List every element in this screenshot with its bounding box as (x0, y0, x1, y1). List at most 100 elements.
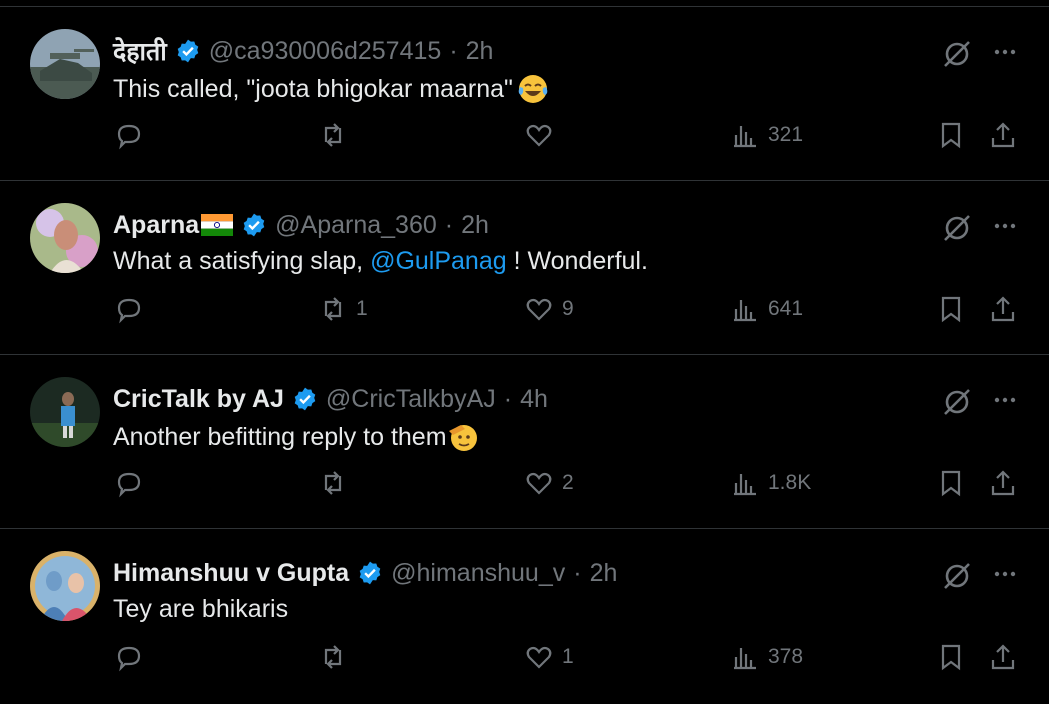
action-bar: 321 (0, 115, 1049, 155)
repost-button[interactable] (318, 637, 356, 677)
grok-icon[interactable] (940, 385, 974, 419)
heart-icon (526, 646, 552, 669)
username[interactable]: Aparna (113, 211, 199, 240)
bookmark-icon (941, 470, 961, 497)
bookmark-icon (941, 122, 961, 149)
reply-post[interactable]: CricTalk by AJ @CricTalkbyAJ · 4h Anothe… (0, 354, 1049, 528)
username[interactable]: CricTalk by AJ (113, 385, 284, 414)
views-button[interactable]: 641 (730, 289, 803, 329)
views-chart-icon (734, 126, 756, 148)
post-text-before: What a satisfying slap, (113, 247, 371, 275)
handle[interactable]: @ca930006d257415 (209, 37, 442, 66)
post-text: Tey are bhikaris (113, 595, 288, 624)
post-text-content: Another befitting reply to them (113, 422, 447, 451)
repost-button[interactable] (318, 115, 356, 155)
action-bar: 1 9 641 (0, 289, 1049, 329)
views-button[interactable]: 1.8K (730, 463, 811, 503)
india-flag-icon (201, 214, 234, 236)
views-count: 641 (768, 297, 804, 320)
avatar[interactable] (30, 551, 100, 621)
bookmark-icon (941, 296, 961, 323)
share-button[interactable] (988, 463, 1018, 503)
share-button[interactable] (988, 637, 1018, 677)
avatar[interactable] (30, 377, 100, 447)
reply-icon (117, 124, 141, 150)
reply-button[interactable] (114, 115, 152, 155)
reply-icon (117, 472, 141, 498)
like-count: 9 (562, 297, 574, 320)
post-text-after: ! Wonderful. (506, 247, 648, 275)
like-button[interactable]: 2 (524, 463, 574, 503)
post-text-content: This called, "joota bhigokar maarna" (113, 74, 513, 103)
like-count: 1 (562, 645, 574, 668)
verified-badge-icon (292, 386, 318, 412)
repost-button[interactable]: 1 (318, 289, 368, 329)
separator: · (449, 36, 458, 65)
repost-button[interactable] (318, 463, 356, 503)
heart-icon (526, 124, 552, 147)
handle[interactable]: @himanshuu_v (391, 559, 565, 588)
username[interactable]: Himanshuu v Gupta (113, 559, 349, 588)
mention-link[interactable]: @GulPanag (370, 247, 507, 276)
views-chart-icon (734, 300, 756, 322)
post-header: Himanshuu v Gupta @himanshuu_v · 2h (113, 553, 617, 593)
avatar[interactable] (30, 29, 100, 99)
timestamp[interactable]: 2h (466, 37, 494, 66)
reply-button[interactable] (114, 289, 152, 329)
views-count: 378 (768, 645, 804, 668)
repost-icon (324, 123, 342, 147)
handle[interactable]: @CricTalkbyAJ (326, 385, 496, 414)
bookmark-button[interactable] (936, 637, 966, 677)
more-options-icon[interactable] (990, 211, 1020, 241)
share-icon (991, 470, 1015, 496)
reply-post[interactable]: Aparna @Aparna_360 · 2h What a satisfyin… (0, 180, 1049, 354)
reply-button[interactable] (114, 463, 152, 503)
avatar[interactable] (30, 203, 100, 273)
share-icon (991, 122, 1015, 148)
reply-icon (117, 298, 141, 324)
share-button[interactable] (988, 115, 1018, 155)
separator: · (503, 384, 513, 413)
views-button[interactable]: 321 (730, 115, 803, 155)
timestamp[interactable]: 2h (461, 211, 489, 240)
views-count: 321 (768, 123, 804, 146)
reply-button[interactable] (114, 637, 152, 677)
like-button[interactable]: 1 (524, 637, 574, 677)
verified-badge-icon (241, 212, 267, 238)
more-options-icon[interactable] (990, 559, 1020, 589)
post-text: What a satisfying slap, @GulPanag ! Wond… (113, 247, 648, 276)
share-button[interactable] (988, 289, 1018, 329)
like-button[interactable] (524, 115, 562, 155)
post-header: देहाती @ca930006d257415 · 2h (113, 31, 493, 71)
reply-post[interactable]: Himanshuu v Gupta @himanshuu_v · 2h Tey … (0, 528, 1049, 702)
post-text-content: Tey are bhikaris (113, 595, 289, 623)
timestamp[interactable]: 4h (520, 385, 548, 414)
post-header: CricTalk by AJ @CricTalkbyAJ · 4h (113, 379, 548, 419)
action-bar: 2 1.8K (0, 463, 1049, 503)
separator: · (444, 210, 454, 239)
reply-feed: देहाती @ca930006d257415 · 2h This called… (0, 0, 1049, 704)
reply-icon (117, 646, 141, 672)
bookmark-button[interactable] (936, 115, 966, 155)
views-count: 1.8K (768, 471, 812, 494)
username[interactable]: देहाती (113, 34, 167, 68)
repost-icon (324, 645, 342, 669)
reply-post[interactable]: देहाती @ca930006d257415 · 2h This called… (0, 6, 1049, 180)
timestamp[interactable]: 2h (590, 559, 618, 588)
bookmark-button[interactable] (936, 463, 966, 503)
grok-icon[interactable] (940, 559, 974, 593)
bookmark-button[interactable] (936, 289, 966, 329)
grok-icon[interactable] (940, 211, 974, 245)
action-bar: 1 378 (0, 637, 1049, 677)
more-options-icon[interactable] (990, 385, 1020, 415)
saluting-face-icon (447, 421, 479, 453)
verified-badge-icon (175, 38, 201, 64)
grok-icon[interactable] (940, 37, 974, 71)
like-button[interactable]: 9 (524, 289, 574, 329)
heart-icon (526, 298, 552, 321)
handle[interactable]: @Aparna_360 (275, 211, 437, 240)
views-chart-icon (734, 474, 756, 496)
repost-count: 1 (356, 297, 368, 320)
views-button[interactable]: 378 (730, 637, 803, 677)
more-options-icon[interactable] (990, 37, 1020, 67)
